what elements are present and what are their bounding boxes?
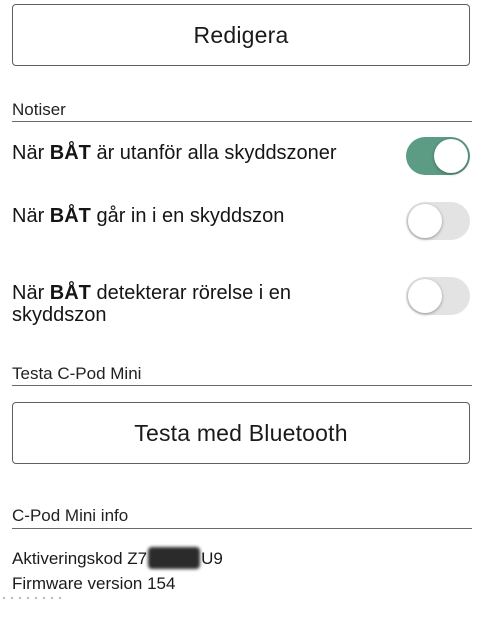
test-bluetooth-button[interactable]: Testa med Bluetooth — [12, 402, 470, 464]
redacted-mask — [148, 547, 201, 569]
notifications-section-label: Notiser — [12, 100, 66, 119]
boat-name: BÅT — [49, 205, 91, 227]
firmware-version: Firmware version 154 — [12, 574, 176, 593]
notification-suffix: går in i en skyddszon — [90, 205, 285, 227]
toggle-outside-zones[interactable] — [406, 137, 470, 175]
boat-name: BÅT — [49, 282, 91, 304]
notification-prefix: När — [12, 205, 50, 227]
toggle-enters-zone[interactable] — [406, 202, 470, 240]
notifications-divider — [12, 121, 472, 122]
notification-row-motion-in-zone: När BÅT detekterar rörelse i en skyddszo… — [12, 282, 312, 326]
notification-row-enters-zone: När BÅT går in i en skyddszon — [12, 205, 342, 227]
activation-code: Aktiveringskod Z7 U9 — [12, 547, 223, 569]
scroll-indicator-dots — [0, 596, 66, 600]
toggle-knob — [434, 139, 468, 173]
notification-row-outside-zones: När BÅT är utanför alla skyddszoner — [12, 142, 342, 164]
activation-code-suffix: U9 — [201, 549, 223, 568]
toggle-knob — [408, 279, 442, 313]
test-section-label: Testa C-Pod Mini — [12, 364, 142, 383]
boat-name: BÅT — [49, 142, 91, 164]
notification-prefix: När — [12, 142, 50, 164]
toggle-knob — [408, 204, 442, 238]
info-section-label: C-Pod Mini info — [12, 506, 129, 525]
test-divider — [12, 385, 472, 386]
info-divider — [12, 528, 472, 529]
edit-button-label: Redigera — [193, 21, 289, 48]
activation-code-prefix: Aktiveringskod Z7 — [12, 549, 148, 568]
notification-prefix: När — [12, 282, 50, 304]
toggle-motion-in-zone[interactable] — [406, 277, 470, 315]
test-bluetooth-button-label: Testa med Bluetooth — [134, 419, 348, 446]
notification-suffix: är utanför alla skyddszoner — [90, 142, 337, 164]
edit-button[interactable]: Redigera — [12, 4, 470, 66]
